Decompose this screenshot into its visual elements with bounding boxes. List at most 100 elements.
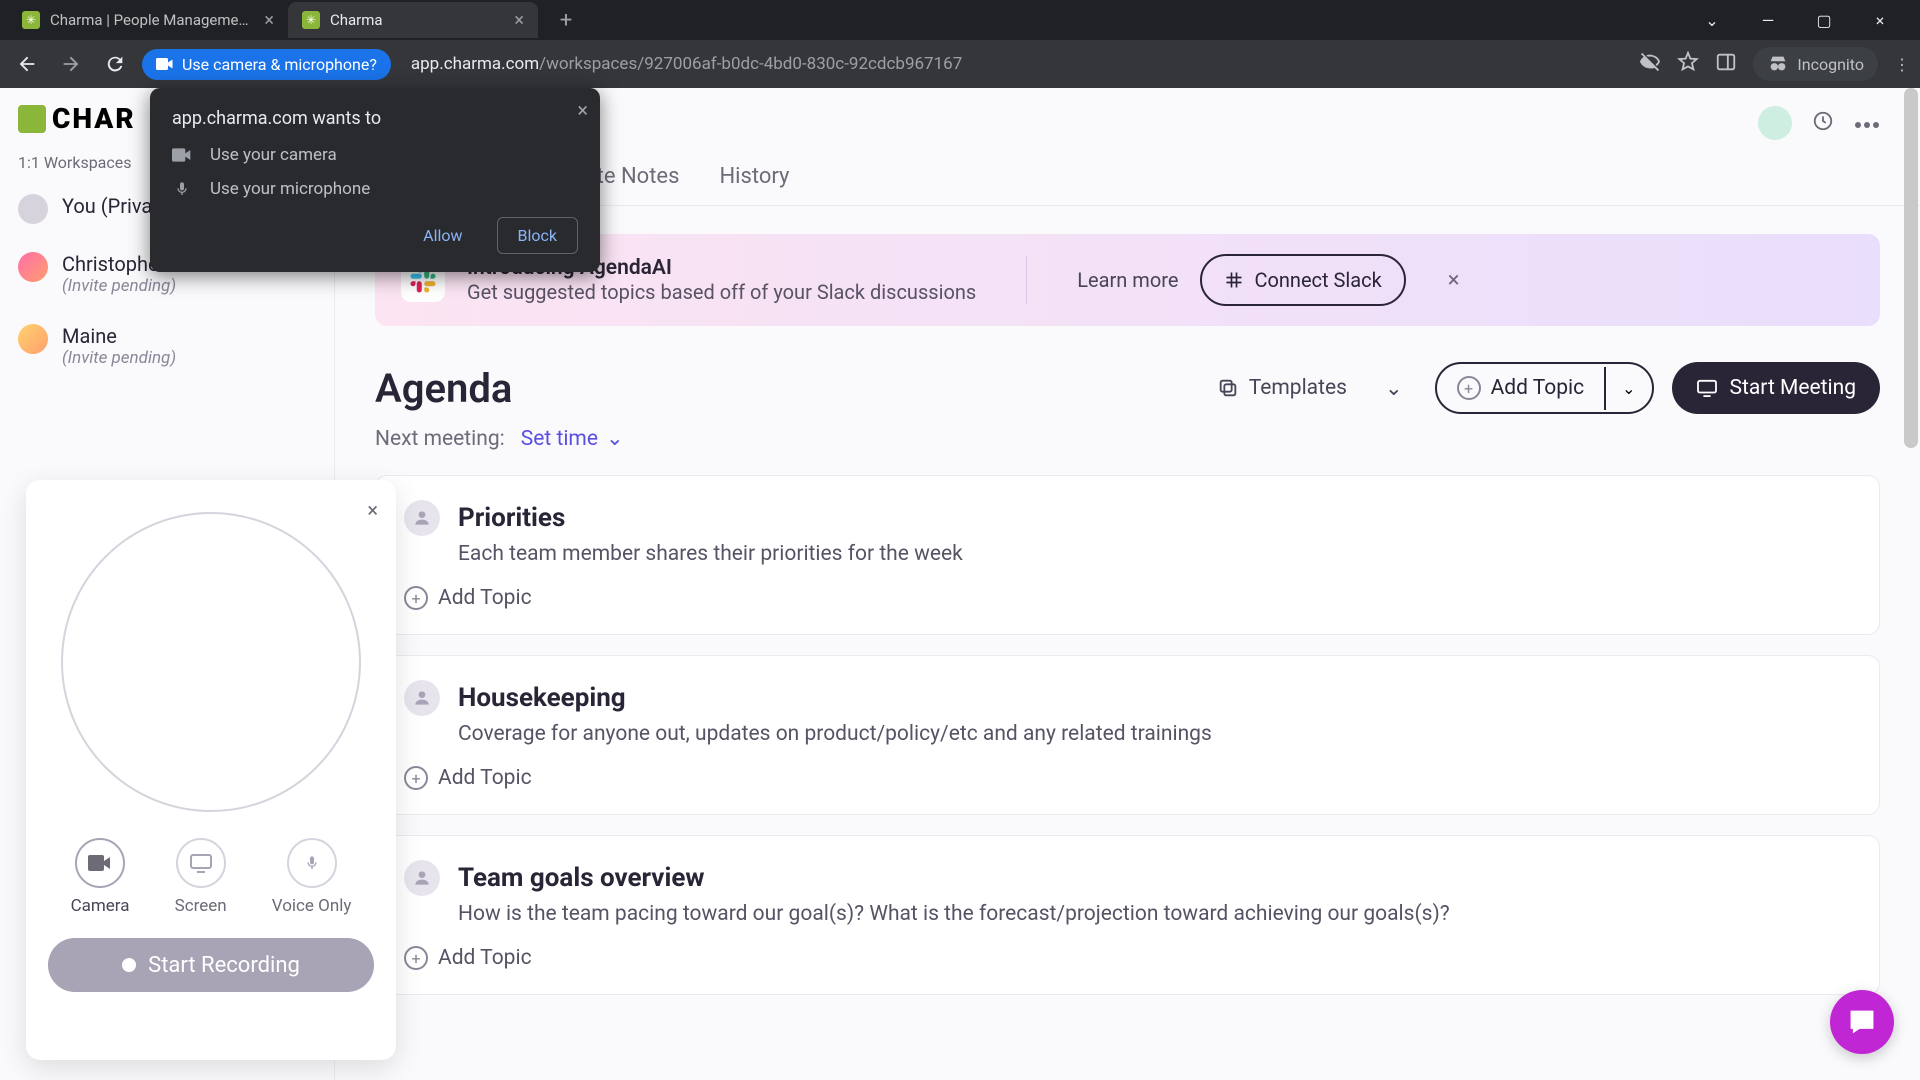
permission-chip[interactable]: Use camera & microphone? (142, 49, 391, 80)
browser-tab-1[interactable]: ✳ Charma × (288, 2, 538, 38)
add-topic-split-button: + Add Topic ⌄ (1435, 362, 1654, 414)
add-topic-button[interactable]: + Add Topic (1437, 364, 1605, 412)
mode-label: Screen (175, 896, 227, 916)
add-subtopic-button[interactable]: + Add Topic (404, 766, 1851, 790)
permission-camera-row: Use your camera (172, 145, 578, 165)
close-icon[interactable]: × (1448, 268, 1460, 293)
brand-text: CHAR (52, 102, 136, 135)
sidebar-item-maine[interactable]: Maine (Invite pending) (0, 310, 334, 382)
reload-button[interactable] (98, 47, 132, 81)
next-meeting-label: Next meeting: (375, 427, 505, 451)
templates-label: Templates (1249, 376, 1347, 400)
start-recording-button[interactable]: Start Recording (48, 938, 374, 992)
templates-button[interactable]: Templates ⌄ (1203, 366, 1417, 411)
allow-button[interactable]: Allow (403, 217, 482, 254)
maximize-icon[interactable]: ▢ (1808, 11, 1840, 30)
mode-voice[interactable]: Voice Only (272, 838, 352, 916)
tab-title: Charma (330, 11, 504, 29)
close-icon[interactable]: × (367, 498, 378, 522)
topic-card-team-goals[interactable]: Team goals overview How is the team paci… (375, 835, 1880, 995)
banner-subtitle: Get suggested topics based off of your S… (467, 280, 976, 304)
back-button[interactable] (10, 47, 44, 81)
mode-camera[interactable]: Camera (71, 838, 130, 916)
camera-icon (172, 147, 192, 163)
close-window-icon[interactable]: × (1864, 11, 1896, 30)
eye-off-icon[interactable] (1639, 51, 1661, 77)
topic-card-priorities[interactable]: Priorities Each team member shares their… (375, 475, 1880, 635)
add-topic-caret[interactable]: ⌄ (1604, 367, 1651, 410)
add-subtopic-label: Add Topic (438, 946, 532, 970)
permission-camera-label: Use your camera (210, 145, 337, 165)
person-status: (Invite pending) (62, 348, 176, 368)
minimize-icon[interactable]: — (1752, 11, 1784, 30)
history-icon[interactable] (1812, 110, 1834, 136)
add-subtopic-button[interactable]: + Add Topic (404, 586, 1851, 610)
topic-card-housekeeping[interactable]: Housekeeping Coverage for anyone out, up… (375, 655, 1880, 815)
intercom-launcher[interactable] (1830, 990, 1894, 1054)
incognito-label: Incognito (1797, 55, 1864, 74)
permission-mic-label: Use your microphone (210, 179, 370, 199)
avatar-icon (18, 252, 48, 282)
set-time-link[interactable]: Set time ⌄ (521, 426, 624, 451)
browser-toolbar: Use camera & microphone? app.charma.com/… (0, 40, 1920, 88)
plus-circle-icon: + (404, 946, 428, 970)
chevron-down-icon: ⌄ (1385, 376, 1403, 401)
tab-title: Charma | People Management S (50, 11, 254, 29)
url-bar[interactable]: app.charma.com/workspaces/927006af-b0dc-… (401, 54, 1630, 74)
close-icon[interactable]: × (577, 98, 588, 122)
more-icon[interactable] (1854, 114, 1880, 133)
avatar-icon (404, 500, 440, 536)
add-subtopic-button[interactable]: + Add Topic (404, 946, 1851, 970)
agenda-header: Agenda Templates ⌄ + Add Topic ⌄ Start M (335, 326, 1920, 414)
block-button[interactable]: Block (497, 217, 578, 254)
start-meeting-button[interactable]: Start Meeting (1672, 362, 1880, 414)
scrollbar[interactable] (1904, 88, 1918, 448)
microphone-icon (172, 181, 192, 197)
user-avatar[interactable] (1758, 106, 1792, 140)
person-name: Maine (62, 324, 176, 348)
forward-button[interactable] (54, 47, 88, 81)
close-icon[interactable]: × (264, 10, 274, 31)
start-recording-label: Start Recording (148, 953, 300, 978)
topic-title: Housekeeping (458, 683, 626, 713)
browser-tab-0[interactable]: ✳ Charma | People Management S × (8, 2, 288, 38)
permission-popup: × app.charma.com wants to Use your camer… (150, 88, 600, 272)
connect-slack-button[interactable]: Connect Slack (1200, 254, 1405, 306)
url-path: /workspaces/927006af-b0dc-4bd0-830c-92cd… (539, 54, 962, 74)
recording-modes: Camera Screen Voice Only (48, 838, 374, 916)
next-meeting-row: Next meeting: Set time ⌄ (335, 414, 1920, 475)
avatar-icon (18, 194, 48, 224)
bookmark-icon[interactable] (1677, 51, 1699, 77)
learn-more-link[interactable]: Learn more (1077, 268, 1178, 292)
plus-circle-icon: + (404, 766, 428, 790)
incognito-badge[interactable]: Incognito (1753, 47, 1878, 81)
slack-hash-icon (1224, 270, 1244, 290)
side-panel-icon[interactable] (1715, 51, 1737, 77)
topic-title: Priorities (458, 503, 565, 533)
tab-history[interactable]: History (719, 164, 789, 205)
mode-screen[interactable]: Screen (175, 838, 227, 916)
chat-icon (1846, 1006, 1878, 1038)
tabs-dropdown-icon[interactable]: ⌄ (1696, 11, 1728, 30)
start-meeting-label: Start Meeting (1730, 376, 1856, 400)
camera-icon (156, 57, 174, 71)
plus-circle-icon: + (404, 586, 428, 610)
new-tab-button[interactable]: + (550, 4, 582, 36)
person-status: (Invite pending) (62, 276, 176, 296)
presentation-icon (1696, 379, 1718, 397)
set-time-label: Set time (521, 427, 598, 451)
record-dot-icon (122, 958, 136, 972)
chevron-down-icon: ⌄ (606, 426, 624, 451)
person-name: You (Priva (62, 194, 152, 218)
mode-label: Camera (71, 896, 130, 916)
camera-icon (75, 838, 125, 888)
avatar-icon (18, 324, 48, 354)
copy-icon (1217, 377, 1239, 399)
permission-chip-label: Use camera & microphone? (182, 55, 377, 74)
permission-mic-row: Use your microphone (172, 179, 578, 199)
browser-menu-icon[interactable]: ⋮ (1894, 55, 1910, 74)
avatar-icon (404, 860, 440, 896)
topic-description: Coverage for anyone out, updates on prod… (458, 722, 1851, 746)
connect-slack-label: Connect Slack (1254, 268, 1381, 292)
close-icon[interactable]: × (514, 10, 524, 31)
